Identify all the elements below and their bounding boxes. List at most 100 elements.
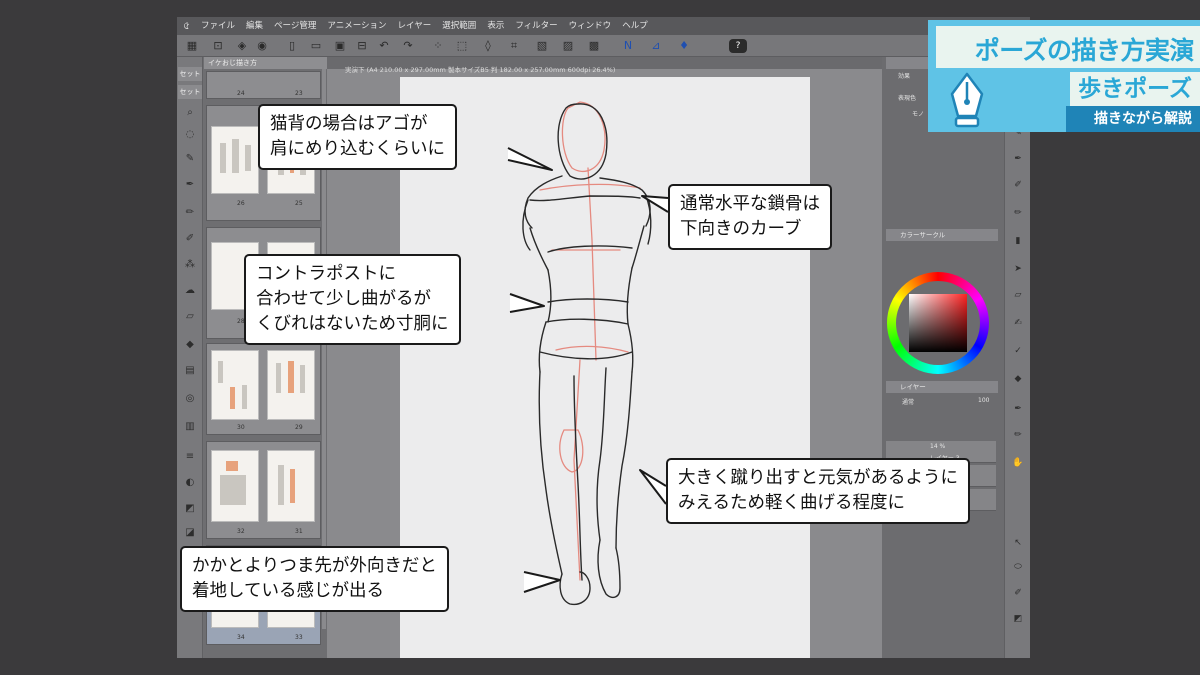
fill-icon[interactable]: ▧ bbox=[535, 39, 549, 53]
tool-set-tab[interactable]: セット bbox=[178, 67, 202, 81]
camera-icon[interactable]: ⊡ bbox=[211, 39, 225, 53]
ruler-snap-icon[interactable]: N bbox=[621, 39, 635, 53]
menu-item[interactable]: ウィンドウ bbox=[569, 17, 612, 35]
saturation-value-square[interactable] bbox=[909, 294, 967, 352]
save-icon[interactable]: ▣ bbox=[333, 39, 347, 53]
blend-mode-select[interactable]: 通常 bbox=[902, 397, 914, 406]
frame-icon[interactable]: ▥ bbox=[184, 421, 196, 433]
canvas-tab[interactable]: 実演下 (A4 210.00 x 297.00mm 製本サイズB5 判 182.… bbox=[327, 57, 882, 74]
callout-foot-note: かかとよりつま先が外向きだと 着地している感じが出る bbox=[180, 546, 449, 612]
figure-icon[interactable]: ◎ bbox=[184, 393, 196, 405]
effect-label: 効果 bbox=[898, 73, 911, 80]
select-all-icon[interactable]: ⬚ bbox=[455, 39, 469, 53]
color-circle-title: カラーサークル bbox=[900, 231, 946, 239]
page-number: 29 bbox=[295, 424, 303, 431]
menu-item[interactable]: 表示 bbox=[487, 17, 504, 35]
arrow-icon[interactable]: ↖ bbox=[1012, 537, 1024, 549]
page-number: 25 bbox=[295, 200, 303, 207]
canvas-paper[interactable] bbox=[400, 77, 810, 658]
color-swatch-icon[interactable]: ◩ bbox=[184, 503, 196, 515]
check-icon[interactable]: ✓ bbox=[1012, 345, 1024, 357]
text-icon[interactable]: ◐ bbox=[184, 477, 196, 489]
page-number: 33 bbox=[295, 634, 303, 641]
airbrush-icon[interactable]: ⁂ bbox=[184, 259, 196, 271]
grid-icon[interactable]: ▦ bbox=[185, 39, 199, 53]
share-icon[interactable]: ◈ bbox=[235, 39, 249, 53]
new-file-icon[interactable]: ▯ bbox=[285, 39, 299, 53]
menu-item[interactable]: 選択範囲 bbox=[442, 17, 476, 35]
page-number: 31 bbox=[295, 528, 303, 535]
marker-icon[interactable]: ▮ bbox=[1012, 235, 1024, 247]
brush-tool-icon[interactable]: ✐ bbox=[1012, 587, 1024, 599]
page-number: 30 bbox=[237, 424, 245, 431]
callout-torso-note: コントラポストに 合わせて少し曲がるが くびれはないため寸胴に bbox=[244, 254, 461, 345]
zoom-icon[interactable]: ⌕ bbox=[184, 107, 196, 119]
page-row[interactable]: 24 23 bbox=[206, 71, 321, 99]
eraser-tool-icon[interactable]: ▱ bbox=[184, 311, 196, 323]
banner-subtitle: 歩きポーズ bbox=[1078, 76, 1192, 102]
menu-item[interactable]: ページ管理 bbox=[274, 17, 316, 35]
help-icon[interactable]: ? bbox=[729, 39, 747, 53]
banner-caption: 描きながら解説 bbox=[1094, 111, 1192, 127]
open-file-icon[interactable]: ▭ bbox=[309, 39, 323, 53]
brush-icon[interactable]: ✐ bbox=[184, 233, 196, 245]
blend-icon[interactable]: ☁ bbox=[184, 285, 196, 297]
undo-icon[interactable]: ↶ bbox=[377, 39, 391, 53]
layer-icon[interactable]: ▩ bbox=[587, 39, 601, 53]
menu-item[interactable]: 編集 bbox=[246, 17, 263, 35]
page-thumbnail[interactable] bbox=[211, 126, 259, 194]
redo-icon[interactable]: ↷ bbox=[401, 39, 415, 53]
eraser-icon[interactable]: ◊ bbox=[481, 39, 495, 53]
eyedropper-icon[interactable]: ✎ bbox=[184, 153, 196, 165]
pen-snap-icon[interactable]: ♦ bbox=[677, 39, 691, 53]
app-logo-icon: ৫ bbox=[183, 19, 191, 32]
pen-icon[interactable]: ✒ bbox=[184, 179, 196, 191]
transform-icon[interactable]: ⁘ bbox=[431, 39, 445, 53]
page-thumbnail[interactable] bbox=[211, 450, 259, 522]
command-bar: ▦ ⊡ ◈ ◉ ▯ ▭ ▣ ⊟ ↶ ↷ ⁘ ⬚ ◊ ⌗ ▧ ▨ ▩ N ⊿ ♦ … bbox=[177, 35, 1030, 57]
color-circle-header[interactable]: カラーサークル bbox=[886, 229, 998, 241]
export-icon[interactable]: ⊟ bbox=[355, 39, 369, 53]
mask-icon[interactable]: ▨ bbox=[561, 39, 575, 53]
brush-icon[interactable]: ✐ bbox=[1012, 179, 1024, 191]
pen-tool-icon[interactable]: ✒ bbox=[1012, 403, 1024, 415]
layer-panel-header[interactable]: レイヤー bbox=[886, 381, 998, 393]
special-ruler-snap-icon[interactable]: ⊿ bbox=[649, 39, 663, 53]
menu-item[interactable]: ファイル bbox=[201, 17, 235, 35]
eraser-icon[interactable]: ▱ bbox=[1012, 289, 1024, 301]
page-thumbnail[interactable] bbox=[211, 350, 259, 420]
color-swatch-icon[interactable]: ◩ bbox=[1012, 613, 1024, 625]
menu-bar: ৫ ファイル 編集 ページ管理 アニメーション レイヤー 選択範囲 表示 フィルター ウィンドウ… bbox=[177, 17, 1030, 35]
pencil-icon[interactable]: ✏ bbox=[184, 207, 196, 219]
pen-icon[interactable]: ✒ bbox=[1012, 153, 1024, 165]
page-number: 26 bbox=[237, 200, 245, 207]
mono-label: モノ bbox=[912, 111, 925, 118]
swap-color-icon[interactable]: ◪ bbox=[184, 527, 196, 539]
pencil-icon[interactable]: ✏ bbox=[1012, 207, 1024, 219]
ruler-icon[interactable]: ≡ bbox=[184, 451, 196, 463]
ellipse-icon[interactable]: ⬭ bbox=[1012, 561, 1024, 573]
menu-item[interactable]: アニメーション bbox=[327, 17, 386, 35]
edit-icon[interactable]: ✍ bbox=[1012, 317, 1024, 329]
menu-item[interactable]: レイヤー bbox=[398, 17, 432, 35]
fill-tool-icon[interactable]: ◆ bbox=[184, 339, 196, 351]
gradient-icon[interactable]: ▤ bbox=[184, 365, 196, 377]
tool-set-tab[interactable]: セット bbox=[178, 85, 202, 99]
menu-item[interactable]: ヘルプ bbox=[622, 17, 648, 35]
page-thumbnail[interactable] bbox=[267, 450, 315, 522]
lasso-icon[interactable]: ◌ bbox=[184, 129, 196, 141]
opacity-value[interactable]: 100 bbox=[978, 397, 989, 404]
pencil-tool-icon[interactable]: ✏ bbox=[1012, 429, 1024, 441]
banner-subtitle-box: 歩きポーズ bbox=[1070, 72, 1200, 106]
color-wheel[interactable] bbox=[887, 272, 989, 374]
crop-icon[interactable]: ⌗ bbox=[507, 39, 521, 53]
cloud-icon[interactable]: ◉ bbox=[255, 39, 269, 53]
hand-icon[interactable]: ✋ bbox=[1012, 457, 1024, 469]
page-number: 34 bbox=[237, 634, 245, 641]
page-row[interactable]: 32 31 bbox=[206, 441, 321, 539]
page-row[interactable]: 30 29 bbox=[206, 343, 321, 435]
drop-icon[interactable]: ◆ bbox=[1012, 373, 1024, 385]
menu-item[interactable]: フィルター bbox=[515, 17, 557, 35]
pointer-icon[interactable]: ➤ bbox=[1012, 263, 1024, 275]
page-thumbnail[interactable] bbox=[267, 350, 315, 420]
